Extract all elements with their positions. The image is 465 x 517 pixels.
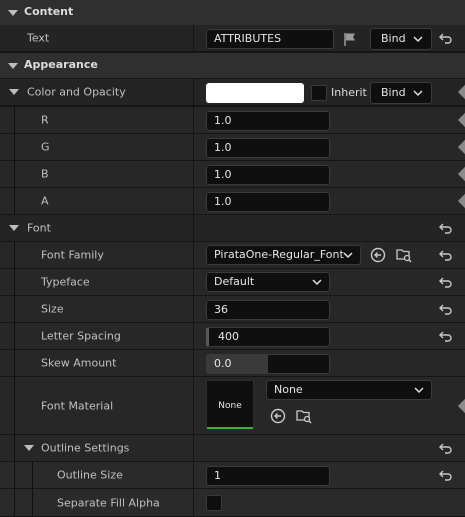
font-family-value: PirataOne-Regular_Font (214, 248, 344, 261)
font-material-value: None (274, 383, 303, 396)
property-font: Font (0, 215, 465, 242)
property-label: G (41, 140, 50, 154)
property-separate-fill-alpha: Separate Fill Alpha (0, 489, 465, 517)
keyframe-diamond-icon[interactable] (457, 398, 465, 413)
property-label: Font Material (41, 399, 114, 412)
property-label: Font Family (41, 248, 104, 262)
chevron-down-icon (343, 252, 353, 259)
property-label: Outline Settings (41, 441, 130, 455)
chevron-down-icon (414, 387, 424, 394)
property-label: Typeface (41, 275, 90, 289)
reset-arrow-icon[interactable] (439, 276, 453, 288)
property-label: Letter Spacing (41, 329, 121, 343)
property-label: Text (27, 31, 50, 45)
keyframe-diamond-icon[interactable] (457, 139, 465, 155)
collapse-arrow-icon[interactable] (8, 62, 18, 69)
asset-color-bar (207, 427, 253, 429)
property-label: Separate Fill Alpha (57, 496, 160, 509)
chevron-down-icon (413, 90, 423, 97)
keyframe-diamond-icon[interactable] (457, 84, 465, 100)
skew-amount-slider[interactable]: 0.0 (206, 354, 330, 374)
property-outline-size: Outline Size 1 (0, 462, 465, 489)
expand-arrow-icon[interactable] (9, 89, 19, 95)
chevron-down-icon (413, 36, 423, 43)
property-skew-amount: Skew Amount 0.0 (0, 350, 465, 377)
property-font-material: Font Material None None (0, 377, 465, 435)
material-thumbnail[interactable]: None (206, 380, 254, 430)
property-label: A (41, 194, 49, 208)
property-label: Size (41, 302, 64, 316)
inherit-label: Inherit (331, 86, 367, 99)
property-channel-g: G 1.0 (0, 134, 465, 161)
browse-asset-icon[interactable] (296, 408, 312, 424)
property-label: Font (27, 221, 51, 235)
reset-arrow-icon[interactable] (439, 222, 453, 234)
letter-spacing-slider[interactable]: 400 (206, 327, 330, 347)
text-input[interactable]: ATTRIBUTES (206, 29, 334, 49)
localization-flag-icon[interactable] (342, 31, 358, 47)
outline-size-input[interactable]: 1 (206, 466, 330, 486)
section-title: Content (24, 5, 74, 18)
keyframe-diamond-icon[interactable] (457, 193, 465, 209)
property-label: R (41, 113, 49, 127)
typeface-value: Default (214, 275, 255, 288)
separate-fill-alpha-checkbox[interactable] (206, 495, 222, 511)
bind-label: Bind (381, 86, 406, 99)
use-selected-asset-icon[interactable] (370, 247, 386, 263)
section-content[interactable]: Content (0, 0, 465, 25)
expand-arrow-icon[interactable] (24, 445, 34, 451)
keyframe-diamond-icon[interactable] (457, 112, 465, 128)
property-size: Size 36 (0, 296, 465, 323)
chevron-down-icon (312, 279, 322, 286)
browse-asset-icon[interactable] (396, 247, 412, 263)
inherit-checkbox[interactable] (311, 85, 327, 101)
reset-arrow-icon[interactable] (439, 249, 453, 261)
reset-arrow-icon[interactable] (439, 442, 453, 454)
keyframe-diamond-icon[interactable] (457, 166, 465, 182)
thumbnail-label: None (218, 401, 242, 411)
property-label: Outline Size (57, 468, 123, 482)
font-family-dropdown[interactable]: PirataOne-Regular_Font (206, 245, 361, 265)
property-channel-r: R 1.0 (0, 107, 465, 134)
property-color-opacity: Color and Opacity Inherit Bind (0, 79, 465, 106)
property-text: Text ATTRIBUTES Bind (0, 25, 465, 52)
reset-arrow-icon[interactable] (439, 32, 453, 44)
property-label: B (41, 167, 49, 181)
a-value-input[interactable]: 1.0 (206, 192, 330, 212)
font-material-dropdown[interactable]: None (266, 380, 432, 400)
b-value-input[interactable]: 1.0 (206, 165, 330, 185)
property-label: Color and Opacity (27, 85, 126, 99)
bind-label: Bind (381, 32, 406, 45)
size-input[interactable]: 36 (206, 300, 330, 320)
use-selected-asset-icon[interactable] (270, 408, 286, 424)
reset-arrow-icon[interactable] (439, 303, 453, 315)
property-typeface: Typeface Default (0, 269, 465, 296)
property-outline-settings: Outline Settings (0, 435, 465, 462)
r-value-input[interactable]: 1.0 (206, 111, 330, 131)
collapse-arrow-icon[interactable] (8, 9, 18, 16)
section-title: Appearance (24, 58, 98, 71)
property-channel-a: A 1.0 (0, 188, 465, 215)
bind-button[interactable]: Bind (370, 28, 432, 50)
property-channel-b: B 1.0 (0, 161, 465, 188)
reset-arrow-icon[interactable] (439, 469, 453, 481)
typeface-dropdown[interactable]: Default (206, 272, 330, 292)
reset-arrow-icon[interactable] (439, 330, 453, 342)
g-value-input[interactable]: 1.0 (206, 138, 330, 158)
expand-arrow-icon[interactable] (9, 225, 19, 231)
property-letter-spacing: Letter Spacing 400 (0, 323, 465, 350)
section-appearance[interactable]: Appearance (0, 53, 465, 78)
bind-button[interactable]: Bind (370, 82, 432, 104)
property-font-family: Font Family PirataOne-Regular_Font (0, 242, 465, 269)
property-label: Skew Amount (41, 356, 117, 370)
color-swatch[interactable] (206, 83, 304, 103)
